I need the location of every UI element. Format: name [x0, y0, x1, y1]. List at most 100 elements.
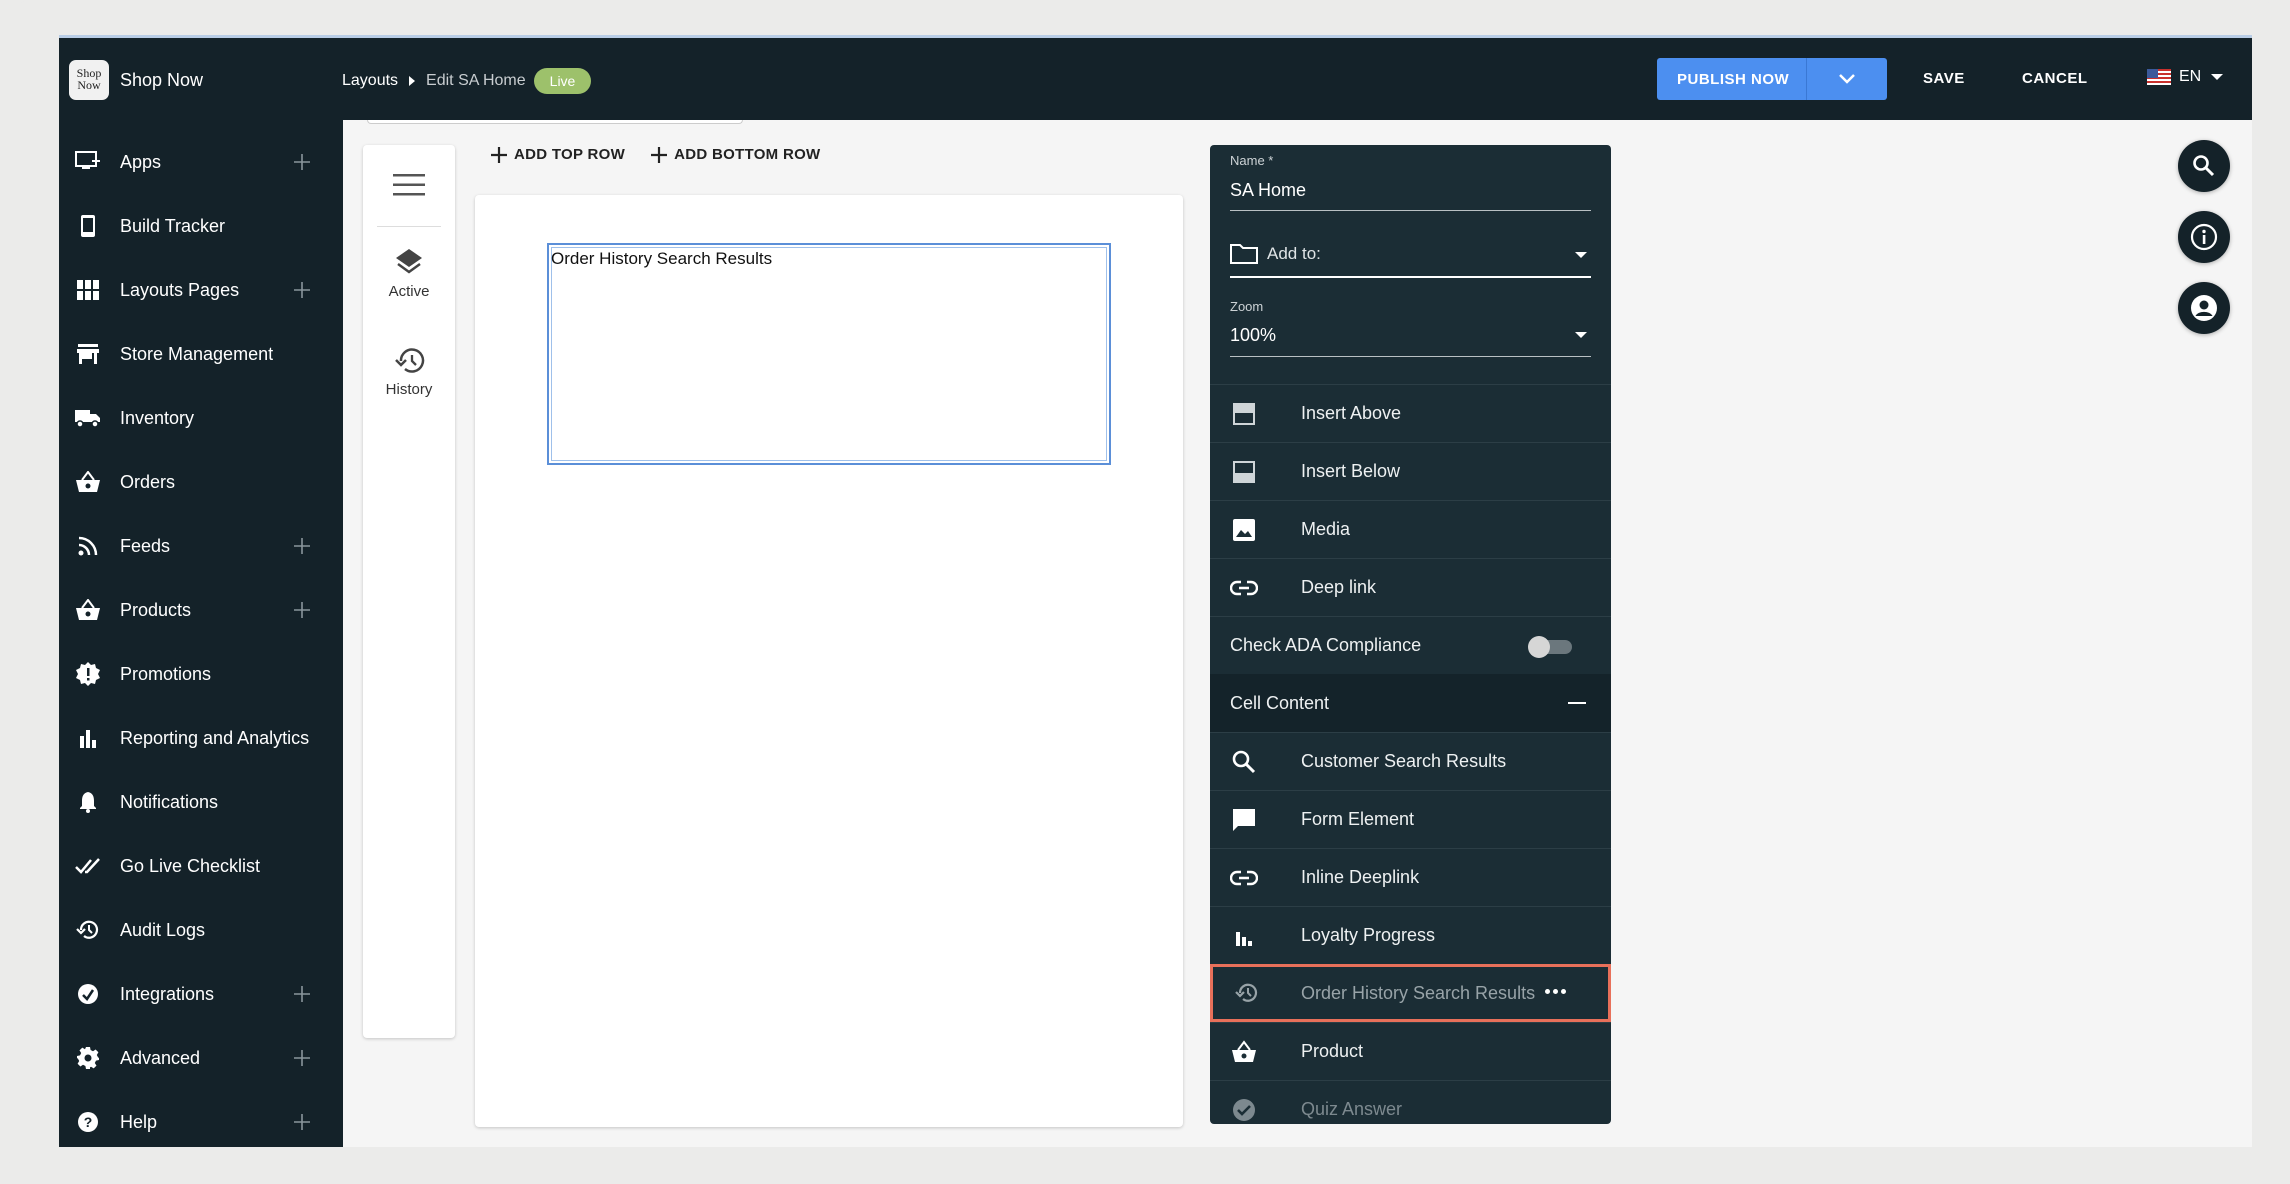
loyalty-progress-item[interactable]: Loyalty Progress: [1210, 906, 1611, 964]
info-fab[interactable]: [2178, 211, 2230, 263]
more-options-icon[interactable]: [1545, 989, 1566, 994]
search-icon: [2193, 155, 2215, 177]
ada-compliance-toggle[interactable]: [1528, 636, 1572, 658]
sidebar-item-label: Apps: [120, 151, 162, 172]
rail-tab-history[interactable]: History: [363, 347, 455, 398]
sidebar-item-label: Notifications: [120, 791, 219, 812]
add-top-row-button[interactable]: ADD TOP ROW: [491, 146, 625, 163]
plus-icon[interactable]: [293, 1113, 311, 1131]
rail-tab-active[interactable]: Active: [363, 247, 455, 300]
row-label: Loyalty Progress: [1301, 925, 1436, 945]
tool-rail: Active History: [363, 145, 455, 1038]
plus-icon[interactable]: [293, 153, 311, 171]
form-element-item[interactable]: Form Element: [1210, 790, 1611, 848]
product-item[interactable]: Product: [1210, 1022, 1611, 1080]
brand-name[interactable]: Shop Now: [120, 70, 203, 91]
bar-chart-icon: [75, 725, 101, 751]
add-to-select[interactable]: Add to:: [1230, 237, 1591, 278]
add-to-placeholder: Add to:: [1267, 244, 1321, 263]
brand-logo[interactable]: Shop Now: [69, 60, 109, 100]
insert-below-row[interactable]: Insert Below: [1210, 442, 1611, 500]
cell-content-header[interactable]: Cell Content: [1210, 674, 1611, 732]
sidebar-item-advanced[interactable]: Advanced: [59, 1028, 343, 1088]
language-selector[interactable]: EN: [2147, 68, 2224, 86]
row-label: Inline Deeplink: [1301, 867, 1420, 887]
row-label: Insert Above: [1301, 403, 1402, 423]
sidebar-item-store-management[interactable]: Store Management: [59, 324, 343, 384]
insert-above-icon: [1230, 400, 1258, 428]
sidebar-item-inventory[interactable]: Inventory: [59, 388, 343, 448]
sidebar-item-build-tracker[interactable]: Build Tracker: [59, 196, 343, 256]
tab-strip-edge: [367, 120, 743, 124]
account-fab[interactable]: [2178, 282, 2230, 334]
deep-link-row[interactable]: Deep link: [1210, 558, 1611, 616]
insert-above-row[interactable]: Insert Above: [1210, 384, 1611, 442]
media-row[interactable]: Media: [1210, 500, 1611, 558]
truck-icon: [75, 405, 101, 431]
search-fab[interactable]: [2178, 140, 2230, 192]
name-field[interactable]: SA Home: [1230, 180, 1306, 201]
sidebar-item-apps[interactable]: Apps: [59, 132, 343, 192]
plus-icon[interactable]: [293, 281, 311, 299]
sidebar-item-label: Reporting and Analytics: [120, 727, 310, 748]
row-label: Media: [1301, 519, 1351, 539]
sidebar: Apps Build Tracker Layouts Pages Store M…: [59, 120, 343, 1147]
add-bottom-row-button[interactable]: ADD BOTTOM ROW: [651, 146, 820, 163]
order-history-search-results-item[interactable]: Order History Search Results: [1210, 964, 1611, 1022]
plus-icon[interactable]: [293, 537, 311, 555]
hamburger-menu-icon[interactable]: [393, 173, 425, 197]
save-button[interactable]: SAVE: [1923, 70, 1965, 87]
publish-button-group: PUBLISH NOW: [1657, 58, 1887, 100]
sidebar-item-audit-logs[interactable]: Audit Logs: [59, 900, 343, 960]
breadcrumb-layouts[interactable]: Layouts: [342, 72, 398, 90]
sidebar-item-label: Advanced: [120, 1047, 201, 1068]
store-icon: [75, 341, 101, 367]
sidebar-item-label: Products: [120, 599, 192, 620]
sidebar-item-orders[interactable]: Orders: [59, 452, 343, 512]
link-icon: [1230, 864, 1258, 892]
plus-icon[interactable]: [293, 1049, 311, 1067]
sidebar-item-reporting-and-analytics[interactable]: Reporting and Analytics: [59, 708, 343, 768]
add-bottom-row-label: ADD BOTTOM ROW: [674, 146, 821, 163]
sidebar-item-feeds[interactable]: Feeds: [59, 516, 343, 576]
inline-deeplink-item[interactable]: Inline Deeplink: [1210, 848, 1611, 906]
help-icon: ?: [75, 1109, 101, 1135]
double-check-icon: [75, 853, 101, 879]
us-flag-icon: [2147, 69, 2171, 85]
zoom-select[interactable]: 100%: [1230, 321, 1591, 357]
row-label: Deep link: [1301, 577, 1377, 597]
sidebar-item-go-live-checklist[interactable]: Go Live Checklist: [59, 836, 343, 896]
cancel-button[interactable]: CANCEL: [2022, 70, 2088, 87]
row-label: Form Element: [1301, 809, 1415, 829]
ada-compliance-label: Check ADA Compliance: [1230, 635, 1422, 655]
sidebar-item-promotions[interactable]: Promotions: [59, 644, 343, 704]
selected-cell[interactable]: Order History Search Results: [547, 243, 1111, 465]
customer-search-results-item[interactable]: Customer Search Results: [1210, 732, 1611, 790]
link-icon: [1230, 574, 1258, 602]
breadcrumb-current: Edit SA Home: [426, 72, 526, 89]
sidebar-item-products[interactable]: Products: [59, 580, 343, 640]
name-field-label: Name *: [1230, 153, 1274, 168]
breadcrumb: Layouts Edit SA Home Live: [342, 68, 592, 94]
layout-canvas: Order History Search Results: [475, 195, 1183, 1127]
minus-icon[interactable]: [1568, 702, 1586, 704]
gear-icon: [75, 1045, 101, 1071]
sidebar-item-notifications[interactable]: Notifications: [59, 772, 343, 832]
sidebar-item-integrations[interactable]: Integrations: [59, 964, 343, 1024]
quiz-answer-item[interactable]: Quiz Answer: [1210, 1080, 1611, 1124]
plus-icon[interactable]: [293, 601, 311, 619]
grid-icon: [75, 277, 101, 303]
plus-icon: [491, 146, 507, 163]
top-bar: Shop Now Shop Now Layouts Edit SA Home L…: [59, 38, 2252, 120]
properties-panel: Name * SA Home Add to: Zoom 100% Insert …: [1210, 145, 1611, 1124]
sidebar-item-help[interactable]: ? Help: [59, 1092, 343, 1147]
insert-below-icon: [1230, 458, 1258, 486]
publish-options-button[interactable]: [1807, 58, 1887, 100]
plus-icon[interactable]: [293, 985, 311, 1003]
sidebar-item-layouts-pages[interactable]: Layouts Pages: [59, 260, 343, 320]
chevron-down-icon: [1839, 74, 1855, 84]
sidebar-item-label: Go Live Checklist: [120, 855, 261, 876]
publish-now-button[interactable]: PUBLISH NOW: [1657, 58, 1806, 100]
layers-icon: [396, 249, 422, 274]
badge-icon: [75, 661, 101, 687]
